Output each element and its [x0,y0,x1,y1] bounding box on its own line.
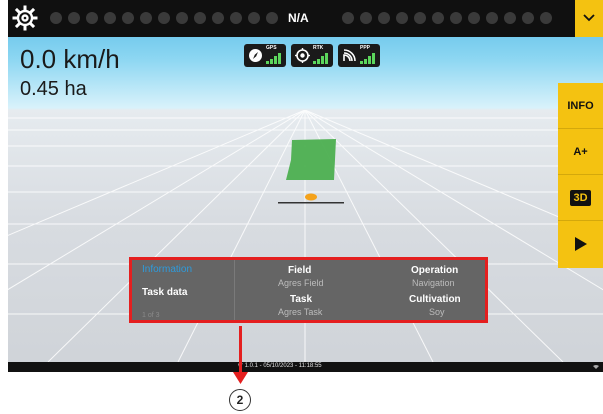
field-value: Agres Field [278,278,324,288]
signal-bars-icon [266,53,281,64]
info-panel: Information Task data 1 of 3 Field Agres… [129,257,488,323]
cultivation-label: Cultivation [409,294,461,305]
add-marker-button[interactable]: A+ [558,129,603,175]
callout-number-badge: 2 [229,389,251,411]
rtk-indicator[interactable]: RTK [291,44,333,67]
top-bar: N/A [8,0,603,37]
wifi-icon [593,365,599,369]
callout-line [239,326,242,374]
cultivation-value: Soy [429,307,445,317]
area-readout: 0.45 ha [20,78,87,100]
tab-information[interactable]: Information [142,264,192,275]
rtk-label: RTK [313,45,324,51]
version-text: vr 1.0.1 - 05/10/2023 - 11:18:55 [238,363,322,369]
play-button[interactable] [558,221,603,267]
ppp-indicator[interactable]: PPP [338,44,380,67]
tab-task-data[interactable]: Task data [142,287,187,298]
gear-icon[interactable] [12,5,38,31]
pager-text: 1 of 3 [142,312,160,319]
view-3d-button[interactable]: 3D [558,175,603,221]
signal-bars-icon [313,53,328,64]
gps-label: GPS [266,45,277,51]
status-dots-right [342,12,552,24]
panel-divider [234,260,235,320]
gps-indicator[interactable]: GPS [244,44,286,67]
task-label: Task [290,294,313,305]
operation-label: Operation [411,265,459,276]
info-button-label: INFO [567,99,594,112]
satellite-icon [343,49,356,62]
ppp-label: PPP [360,45,371,51]
callout-arrowhead [233,372,248,384]
crosshair-icon [295,48,310,63]
operation-value: Navigation [412,278,455,288]
play-icon [574,237,587,251]
menu-dropdown-button[interactable] [575,0,603,37]
status-text: N/A [288,11,309,25]
view-3d-label: 3D [570,189,591,206]
signal-bars-icon [360,53,375,64]
app-screen: N/A 0.0 km/h 0.45 ha GPS RTK PPP INFO A+… [8,0,603,372]
field-label: Field [288,265,312,276]
info-button[interactable]: INFO [558,83,603,129]
chevron-down-icon [583,14,595,22]
field-boundary [286,139,336,180]
bottom-status-bar: vr 1.0.1 - 05/10/2023 - 11:18:55 [8,362,603,372]
zoom-label: A+ [573,145,588,158]
status-dots-left [50,12,278,24]
speed-readout: 0.0 km/h [20,44,120,74]
right-toolbar: INFO A+ 3D [558,83,603,268]
compass-icon [249,49,262,62]
vehicle-marker [278,193,344,204]
task-value: Agres Task [278,307,323,317]
